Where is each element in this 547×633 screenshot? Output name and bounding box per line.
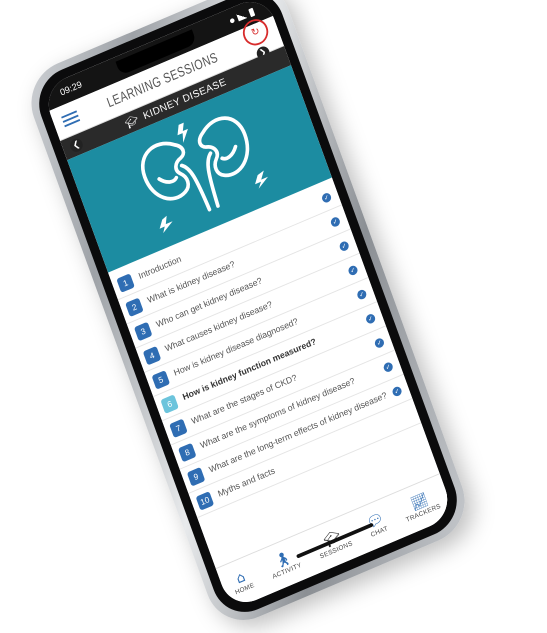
lesson-number: 9 [186, 466, 206, 487]
lesson-number: 6 [160, 393, 179, 414]
lesson-number: 7 [168, 418, 188, 438]
nav-home[interactable]: ⌂ HOME [229, 568, 256, 596]
phone-device: 09:29 LEARNING SESSIONS ↻ ❯ ❮ 🎓︎ KIDNEY … [20, 0, 476, 633]
notification-icon [229, 17, 236, 24]
battery-icon [248, 7, 256, 17]
graduation-cap-icon: 🎓︎ [123, 112, 141, 131]
signal-icon [236, 10, 248, 22]
lesson-number: 3 [133, 321, 153, 341]
nav-trackers[interactable]: 📈︎ TRACKERS [400, 488, 442, 524]
menu-icon[interactable] [61, 110, 81, 128]
lesson-number: 4 [142, 345, 162, 366]
nav-activity[interactable]: 🚶︎ ACTIVITY [266, 547, 303, 580]
home-icon: ⌂ [233, 568, 248, 588]
lesson-number: 8 [177, 442, 197, 462]
lesson-number: 10 [195, 490, 215, 511]
lesson-number: 1 [116, 272, 135, 293]
lesson-number: 2 [124, 297, 144, 317]
back-arrow-icon[interactable]: ❮ [68, 136, 85, 154]
phone-scene: 09:29 LEARNING SESSIONS ↻ ❯ ❮ 🎓︎ KIDNEY … [0, 0, 547, 633]
lesson-number: 5 [151, 369, 170, 390]
status-time: 09:29 [58, 79, 84, 98]
